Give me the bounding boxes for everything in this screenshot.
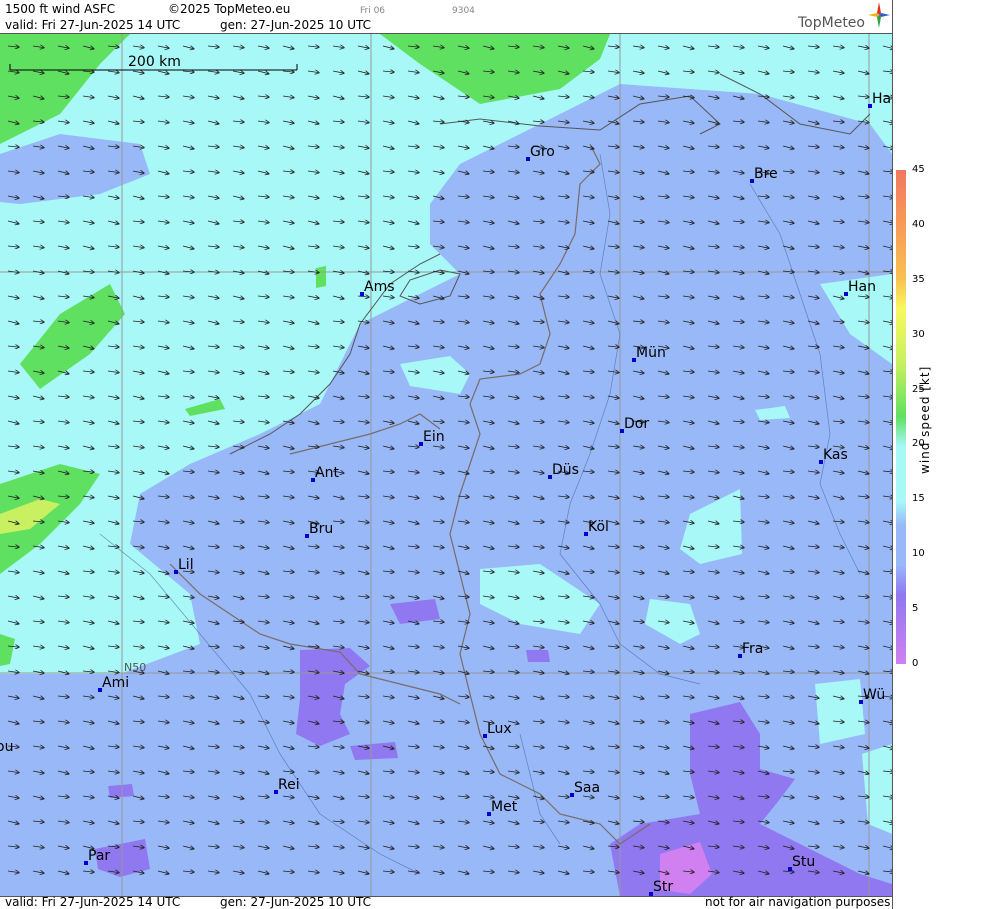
valid-time: valid: Fri 27-Jun-2025 14 UTC bbox=[5, 18, 181, 32]
city-label: Saa bbox=[574, 780, 600, 796]
city-label: Mün bbox=[636, 345, 666, 361]
city-label: Met bbox=[491, 799, 518, 815]
scale-label: 200 km bbox=[128, 54, 181, 70]
id-tag: 9304 bbox=[452, 6, 475, 16]
compass-star-icon bbox=[868, 2, 890, 28]
city-label: Köl bbox=[588, 519, 609, 535]
city-label: Stu bbox=[792, 854, 815, 870]
navigation-disclaimer: not for air navigation purposes bbox=[705, 895, 891, 909]
city-label: Ams bbox=[364, 279, 395, 295]
zone-5-10kt-spot4 bbox=[108, 784, 134, 798]
colorbar-tick-label: 10 bbox=[912, 548, 925, 560]
city-label: Lil bbox=[178, 557, 194, 573]
wind-map[interactable]: 200 km N50 Gro Bre Ha Ams Han Mün Dor Ein Kas Ant… bbox=[0, 33, 892, 897]
city-label: Str bbox=[653, 879, 673, 895]
city-label: Ein bbox=[423, 429, 445, 445]
city-label: Gro bbox=[530, 144, 555, 160]
colorbar-tick-label: 0 bbox=[912, 658, 919, 669]
colorbar-tick-label: 40 bbox=[912, 218, 925, 230]
frame-divider bbox=[892, 0, 893, 909]
city-label: Dor bbox=[624, 416, 649, 432]
colorbar-tick-label: 5 bbox=[912, 603, 919, 615]
city-label: Düs bbox=[552, 462, 579, 478]
city-label: Fra bbox=[742, 641, 763, 657]
copyright-text: ©2025 TopMeteo.eu bbox=[168, 2, 291, 16]
run-tag: Fri 06 bbox=[360, 6, 386, 16]
city-label: Bre bbox=[754, 166, 778, 182]
footer-valid-time: valid: Fri 27-Jun-2025 14 UTC bbox=[5, 895, 181, 909]
city-label: Han bbox=[848, 279, 876, 295]
city-label: Rei bbox=[278, 777, 300, 793]
city-label: ou bbox=[0, 739, 13, 755]
city-label: Ami bbox=[102, 675, 129, 691]
city-label: Par bbox=[88, 848, 110, 864]
city-label: Bru bbox=[309, 521, 333, 537]
city-label: Ha bbox=[872, 91, 891, 107]
product-title: 1500 ft wind ASFC bbox=[5, 2, 116, 16]
generation-time: gen: 27-Jun-2025 10 UTC bbox=[220, 18, 372, 32]
colorbar-tick-label: 30 bbox=[912, 328, 925, 340]
topmeteo-logo: TopMeteo bbox=[798, 15, 865, 31]
zone-5-10kt-spot3 bbox=[526, 650, 550, 662]
zone-20-25kt-coast bbox=[316, 266, 326, 288]
city-label: Kas bbox=[823, 447, 848, 463]
colorbar-title: wind speed [kt] bbox=[918, 365, 932, 474]
footer-generation-time: gen: 27-Jun-2025 10 UTC bbox=[220, 895, 372, 909]
wind-speed-colorbar bbox=[896, 170, 906, 664]
colorbar-tick-label: 35 bbox=[912, 273, 925, 285]
city-label: Ant bbox=[315, 465, 339, 481]
colorbar-tick-label: 45 bbox=[912, 164, 925, 175]
city-label: Wü bbox=[863, 687, 885, 703]
wind-map-canvas: 200 km N50 Gro Bre Ha Ams Han Mün Dor Ein Kas Ant… bbox=[0, 34, 892, 896]
zone-15-20kt-wurz bbox=[815, 679, 865, 744]
colorbar-tick-label: 15 bbox=[912, 493, 925, 505]
latitude-label: N50 bbox=[124, 661, 146, 674]
city-label: Lux bbox=[487, 721, 512, 737]
